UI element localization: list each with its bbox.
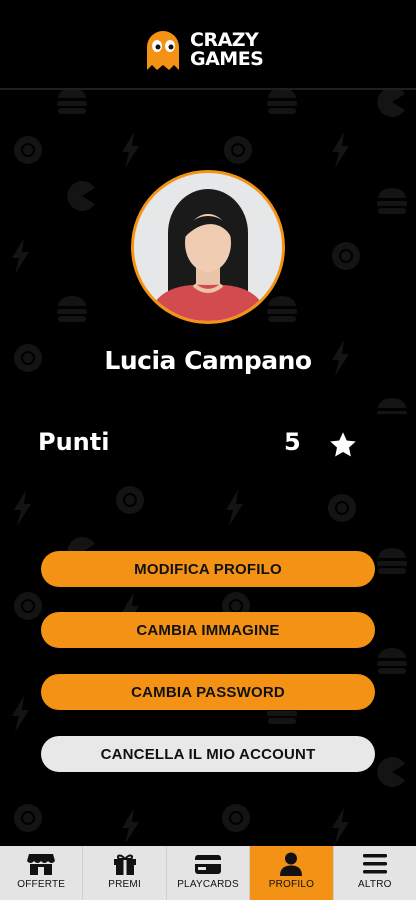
gift-icon xyxy=(113,854,136,875)
avatar-image xyxy=(134,173,282,321)
bottom-tab-bar: OFFERTE PREMI PLAYCARDS PROFILO ALTRO xyxy=(0,846,416,900)
crazy-games-logo[interactable]: CRAZY GAMES xyxy=(144,28,264,72)
tab-playcards[interactable]: PLAYCARDS xyxy=(167,846,251,900)
logo-wordmark: CRAZY GAMES xyxy=(190,29,264,70)
change-image-button[interactable]: CAMBIA IMMAGINE xyxy=(41,612,375,648)
tab-label: ALTRO xyxy=(358,879,392,890)
user-icon xyxy=(280,852,303,876)
tab-premi[interactable]: PREMI xyxy=(83,846,167,900)
points-value: 5 xyxy=(284,428,301,456)
points-label: Punti xyxy=(38,428,110,456)
tab-label: PLAYCARDS xyxy=(177,879,239,890)
menu-icon xyxy=(362,854,387,874)
user-name: Lucia Campano xyxy=(104,346,312,375)
delete-account-button[interactable]: CANCELLA IL MIO ACCOUNT xyxy=(41,736,375,772)
edit-profile-button[interactable]: MODIFICA PROFILO xyxy=(41,551,375,587)
ghost-icon xyxy=(147,31,179,70)
tab-label: PROFILO xyxy=(268,879,315,890)
tab-profilo[interactable]: PROFILO xyxy=(250,846,334,900)
points-row: Punti 5 xyxy=(0,414,416,476)
star-icon xyxy=(330,432,356,457)
tab-altro[interactable]: ALTRO xyxy=(334,846,416,900)
tab-offerte[interactable]: OFFERTE xyxy=(0,846,84,900)
store-icon xyxy=(27,854,56,875)
tab-label: OFFERTE xyxy=(17,879,66,890)
tab-label: PREMI xyxy=(108,879,141,890)
profile-avatar xyxy=(131,170,285,324)
change-password-button[interactable]: CAMBIA PASSWORD xyxy=(41,674,375,710)
card-icon xyxy=(195,855,222,874)
app-header: CRAZY GAMES xyxy=(0,0,416,90)
